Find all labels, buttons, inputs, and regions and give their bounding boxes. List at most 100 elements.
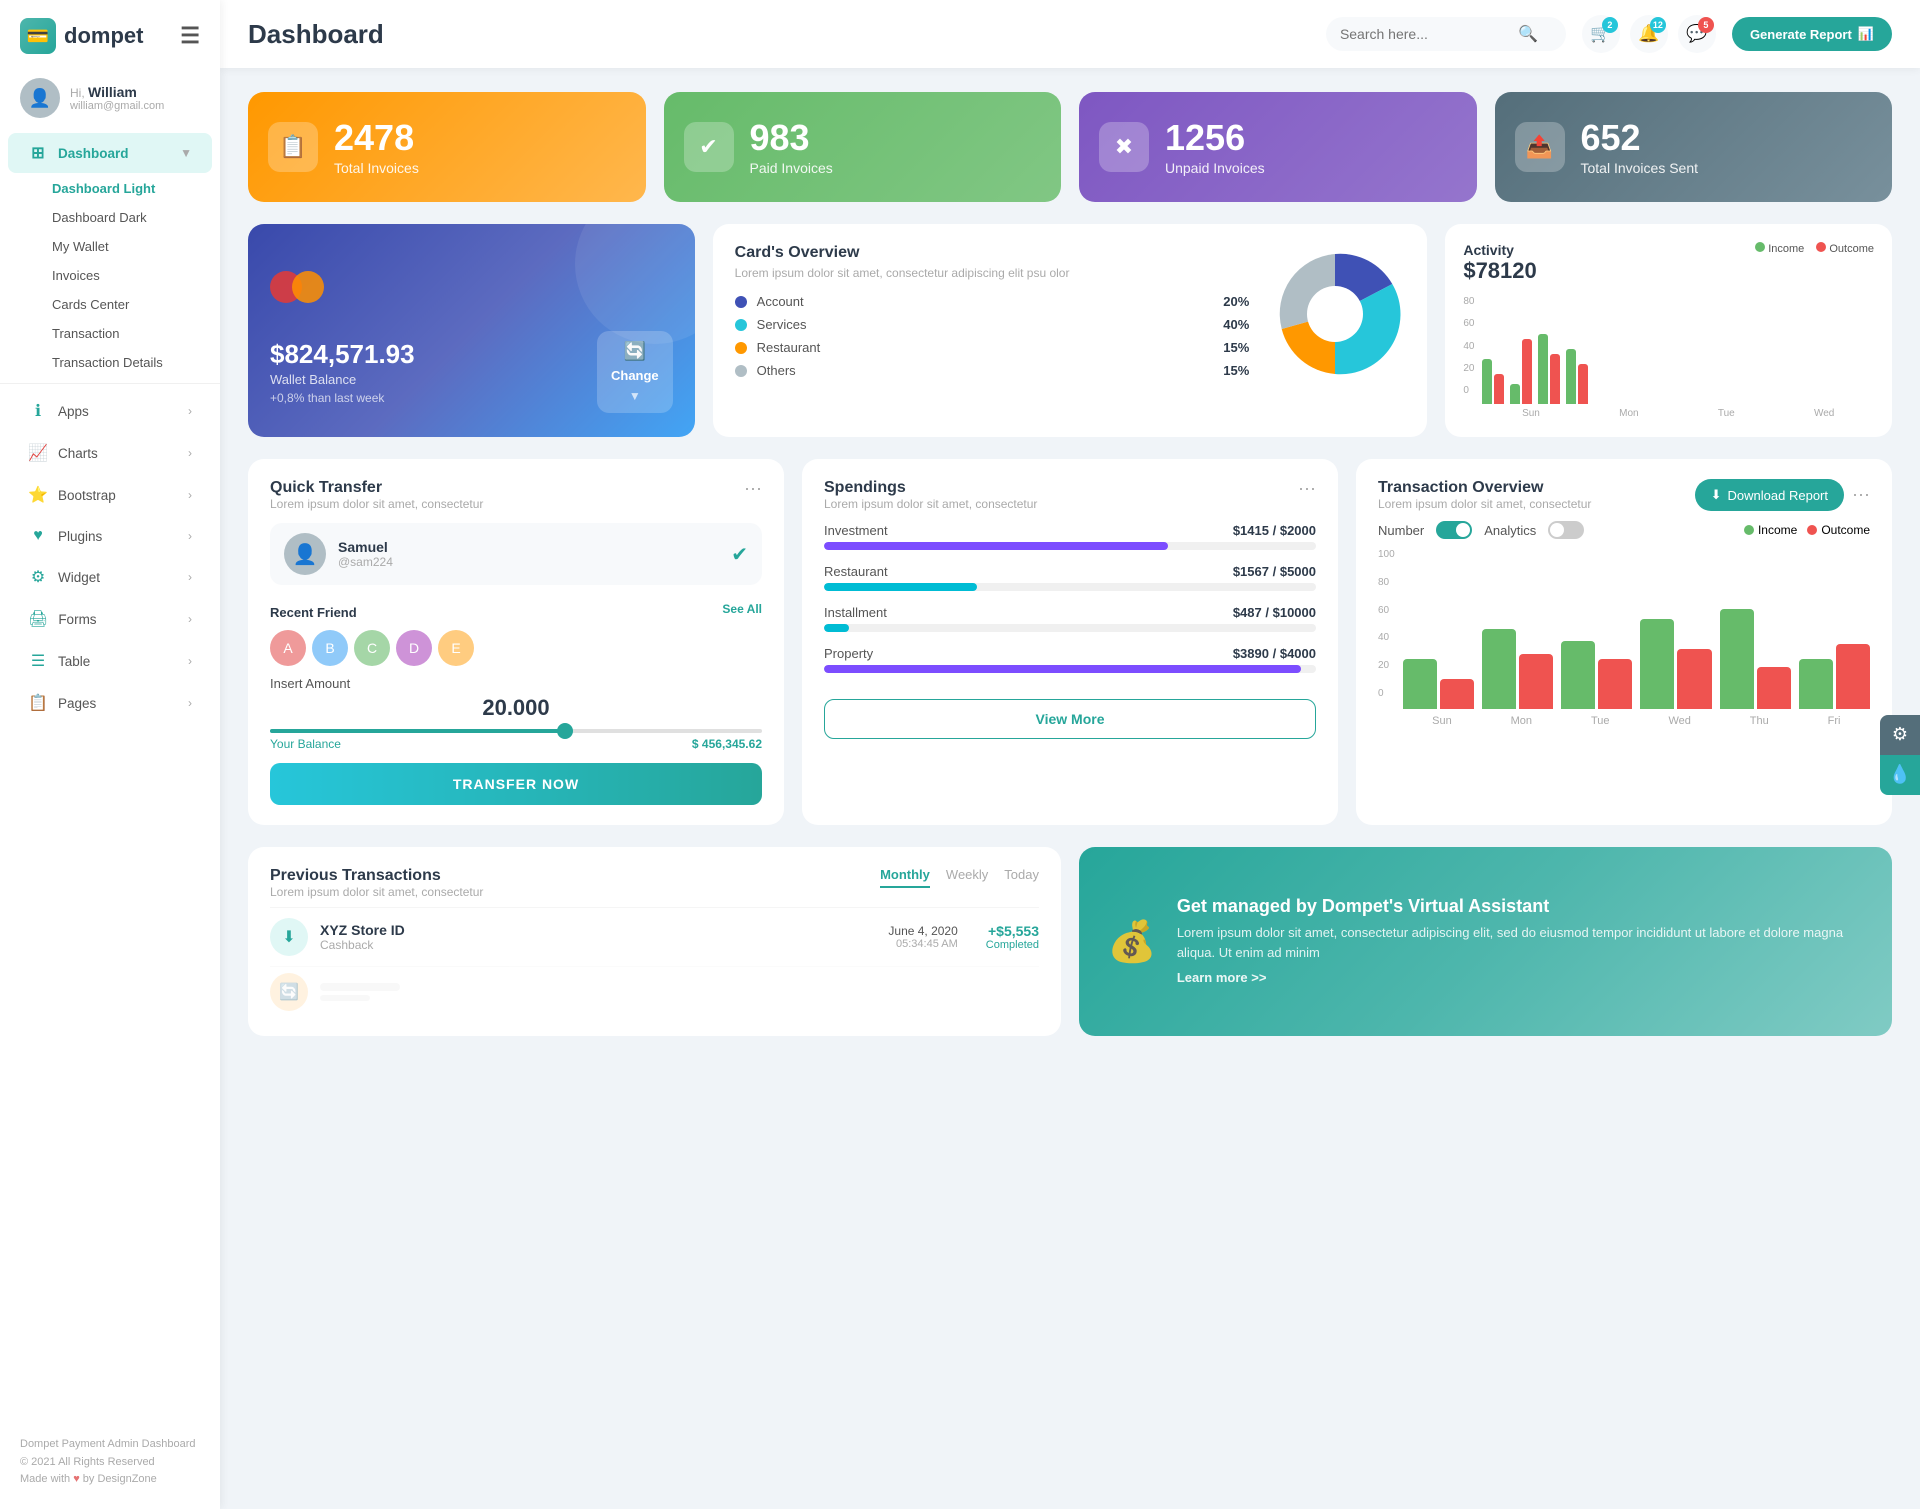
amount-slider[interactable] [270,729,762,733]
toggle-thumb [1550,523,1564,537]
recent-friend-label: Recent Friend [270,605,357,620]
day-label: Mon [1511,715,1532,727]
trans-amount-area: +$5,553 Completed [986,923,1039,951]
sub-item-cards-center[interactable]: Cards Center [0,290,220,319]
download-report-button[interactable]: ⬇ Download Report [1695,479,1844,511]
water-fab-button[interactable]: 💧 [1880,755,1920,795]
sidebar-item-table[interactable]: ☰ Table › [8,641,212,681]
day-label: Fri [1828,715,1841,727]
x-axis-labels: Sun Mon Tue Wed Thu Fri [1403,715,1870,727]
bar-group-tue [1561,641,1632,709]
chart-icon: 📊 [1858,26,1874,42]
va-learn-more-link[interactable]: Learn more >> [1177,970,1267,985]
trans-overview-header: Transaction Overview Lorem ipsum dolor s… [1378,479,1870,511]
sidebar-item-charts[interactable]: 📈 Charts › [8,433,212,473]
trans-status: Completed [986,939,1039,951]
spending-header: Installment $487 / $10000 [824,605,1316,620]
balance-label: Your Balance [270,737,341,751]
message-button[interactable]: 💬 5 [1678,15,1716,53]
sub-item-dashboard-dark[interactable]: Dashboard Dark [0,203,220,232]
outcome-bar [1494,374,1504,404]
sidebar-item-label: Bootstrap [58,488,116,503]
income-label: Income [1768,243,1804,255]
spending-amounts: $3890 / $4000 [1233,646,1316,661]
more-menu-icon[interactable]: ⋯ [1852,485,1870,506]
sidebar-item-pages[interactable]: 📋 Pages › [8,683,212,723]
logo-icon: 💳 [20,18,56,54]
bell-button[interactable]: 🔔 12 [1630,15,1668,53]
sidebar-item-label: Charts [58,446,98,461]
avatar: 👤 [20,78,60,118]
unpaid-icon: ✖ [1099,122,1149,172]
income-legend: Income [1744,523,1797,537]
hamburger-icon[interactable]: ☰ [180,23,200,49]
outcome-bar [1757,667,1791,709]
paid-icon: ✔ [684,122,734,172]
toggle-analytics-label: Analytics [1484,523,1536,538]
sub-item-my-wallet[interactable]: My Wallet [0,232,220,261]
refresh-icon: 🔄 [624,341,646,362]
outcome-bar [1522,339,1532,404]
more-menu-icon[interactable]: ⋯ [1298,479,1316,500]
day-label: Tue [1591,715,1610,727]
outcome-bar [1677,649,1711,709]
analytics-toggle[interactable] [1548,521,1584,539]
large-bar-chart-area: 020406080100 [1378,549,1870,727]
user-email: william@gmail.com [70,100,164,112]
transaction-icon: 🔄 [270,973,308,1011]
dashboard-icon: ⊞ [28,143,48,163]
spending-amounts: $1415 / $2000 [1233,523,1316,538]
generate-report-button[interactable]: Generate Report 📊 [1732,17,1892,51]
income-dot [1744,525,1754,535]
sidebar-item-widget[interactable]: ⚙ Widget › [8,557,212,597]
sub-item-invoices[interactable]: Invoices [0,261,220,290]
table-row: 🔄 [270,966,1039,1016]
income-bar [1799,659,1833,709]
sidebar-item-plugins[interactable]: ♥ Plugins › [8,517,212,555]
sidebar-item-label: Table [58,654,90,669]
trans-details: XYZ Store ID Cashback [320,922,405,952]
sidebar-item-apps[interactable]: ℹ Apps › [8,391,212,431]
stats-row: 📋 2478 Total Invoices ✔ 983 Paid Invoice… [248,92,1892,202]
spendings-widget: Spendings Lorem ipsum dolor sit amet, co… [802,459,1338,825]
wallet-details: $824,571.93 Wallet Balance +0,8% than la… [270,339,415,405]
stat-info: 983 Paid Invoices [750,118,833,176]
cart-button[interactable]: 🛒 2 [1582,15,1620,53]
mastercard-dots [270,271,673,303]
spending-amounts: $487 / $10000 [1233,605,1316,620]
transfer-now-button[interactable]: TRANSFER NOW [270,763,762,805]
search-icon[interactable]: 🔍 [1518,24,1538,44]
tab-weekly[interactable]: Weekly [946,867,988,888]
tab-today[interactable]: Today [1004,867,1039,888]
transfer-user-info: Samuel @sam224 [338,539,393,569]
search-input[interactable] [1340,26,1510,42]
sidebar-item-forms[interactable]: 🖨 Forms › [8,599,212,639]
gear-icon: ⚙ [28,567,48,587]
overview-item-services: Services 40% [735,317,1250,332]
table-row: ⬇ XYZ Store ID Cashback June 4, 2020 05:… [270,907,1039,966]
sidebar-item-label: Widget [58,570,100,585]
tab-monthly[interactable]: Monthly [880,867,930,888]
sidebar-item-bootstrap[interactable]: ⭐ Bootstrap › [8,475,212,515]
prev-trans-title: Previous Transactions [270,867,483,885]
sub-item-transaction[interactable]: Transaction [0,319,220,348]
stat-unpaid-invoices: ✖ 1256 Unpaid Invoices [1079,92,1477,202]
stat-label: Unpaid Invoices [1165,160,1265,176]
see-all-link[interactable]: See All [722,602,762,616]
stat-sent-invoices: 📤 652 Total Invoices Sent [1495,92,1893,202]
number-toggle[interactable] [1436,521,1472,539]
sub-item-dashboard-light[interactable]: Dashboard Light [0,174,220,203]
stat-label: Total Invoices [334,160,419,176]
dot-blue [735,296,747,308]
progress-bar [824,665,1316,673]
settings-fab-button[interactable]: ⚙ [1880,715,1920,755]
sidebar-logo: 💳 dompet ☰ [0,0,220,68]
sidebar-item-dashboard[interactable]: ⊞ Dashboard ▼ [8,133,212,173]
check-icon: ✔ [731,542,748,567]
toggle-row: Number Analytics Income [1378,521,1870,539]
sub-item-transaction-details[interactable]: Transaction Details [0,348,220,377]
view-more-button[interactable]: View More [824,699,1316,739]
cards-overview-panel: Card's Overview Lorem ipsum dolor sit am… [713,224,1428,437]
more-menu-icon[interactable]: ⋯ [744,479,762,500]
change-button[interactable]: 🔄 Change ▼ [597,331,673,413]
